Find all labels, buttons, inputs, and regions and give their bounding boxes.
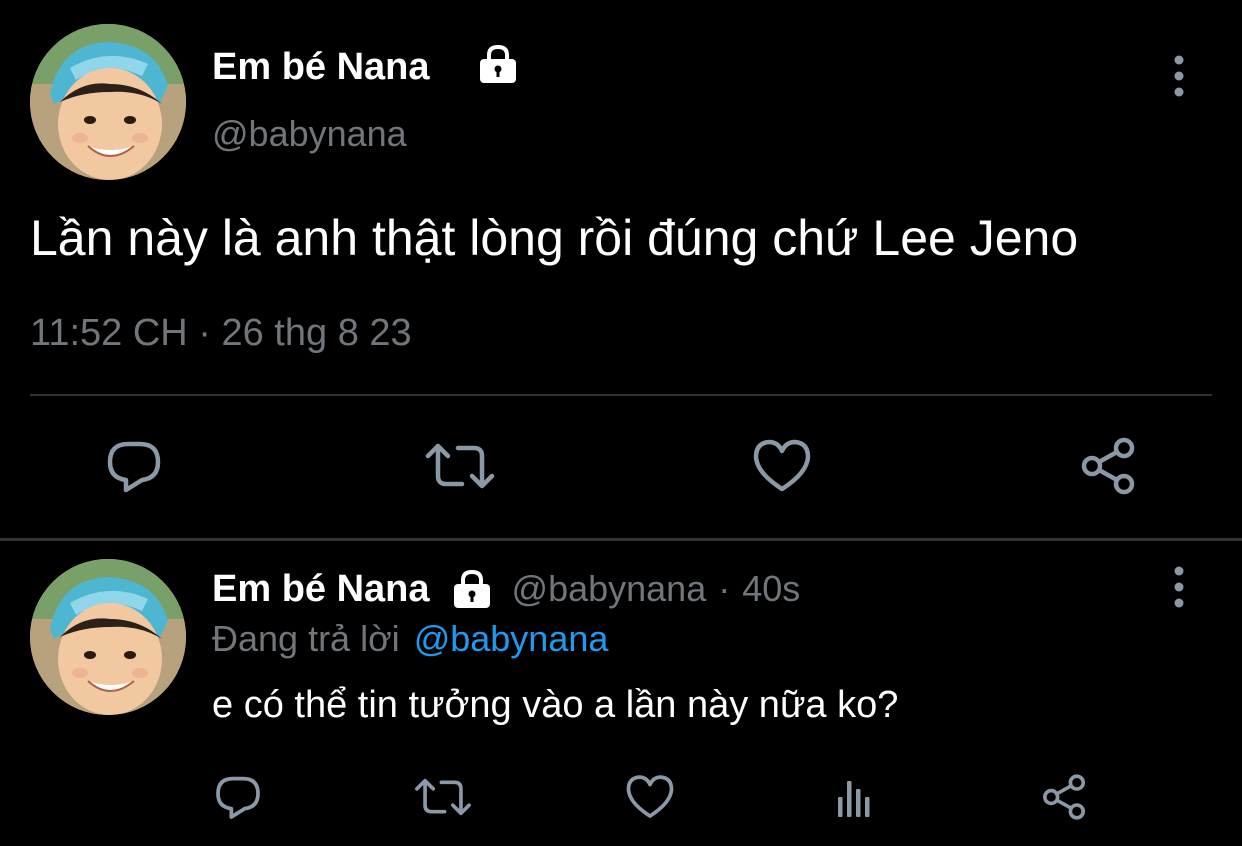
avatar[interactable] <box>30 559 186 715</box>
reply-header: Em bé Nana @babynana · 40s <box>212 565 800 613</box>
tweet-text: Lần này là anh thật lòng rồi đúng chứ Le… <box>30 210 1079 266</box>
retweet-button[interactable] <box>410 767 476 827</box>
display-name[interactable]: Em bé Nana <box>212 44 430 90</box>
handle[interactable]: @babynana <box>512 568 707 610</box>
retweet-button[interactable] <box>422 432 498 500</box>
display-name[interactable]: Em bé Nana <box>212 568 430 611</box>
tweet-timestamp[interactable]: 11:52 CH · 26 thg 8 23 <box>30 308 412 358</box>
lock-icon <box>476 44 520 84</box>
replying-to: Đang trả lời @babynana <box>212 615 608 663</box>
reply-icon <box>107 441 161 493</box>
retweet-icon <box>425 443 495 489</box>
retweet-icon <box>415 778 471 816</box>
lock-icon <box>453 569 490 608</box>
divider <box>30 394 1212 396</box>
share-button[interactable] <box>1034 767 1094 827</box>
main-tweet: Em bé Nana @babynana Lần này là anh thật… <box>0 0 1242 538</box>
heart-icon <box>626 775 674 818</box>
reply-icon <box>216 776 260 819</box>
reply-button[interactable] <box>208 767 268 827</box>
separator: · <box>718 568 731 609</box>
reply-button[interactable] <box>100 432 168 500</box>
share-button[interactable] <box>1074 432 1142 500</box>
tweet-text: e có thể tin tưởng vào a lần này nữa ko? <box>212 684 899 726</box>
like-button[interactable] <box>620 767 680 827</box>
avatar[interactable] <box>30 24 186 180</box>
like-button[interactable] <box>748 432 816 500</box>
views-icon <box>838 781 870 817</box>
heart-icon <box>753 439 811 492</box>
more-vertical-icon[interactable] <box>1166 565 1192 609</box>
mention-link[interactable]: @babynana <box>414 618 609 659</box>
views-button[interactable] <box>828 767 884 827</box>
handle[interactable]: @babynana <box>212 112 407 156</box>
share-icon <box>1043 774 1085 820</box>
replying-to-label: Đang trả lời <box>212 618 400 659</box>
tweet-time[interactable]: 40s <box>742 568 800 610</box>
more-vertical-icon[interactable] <box>1166 54 1192 98</box>
share-icon <box>1081 437 1135 495</box>
reply-tweet[interactable]: Em bé Nana @babynana · 40s Đang trả lời @… <box>0 541 1242 846</box>
